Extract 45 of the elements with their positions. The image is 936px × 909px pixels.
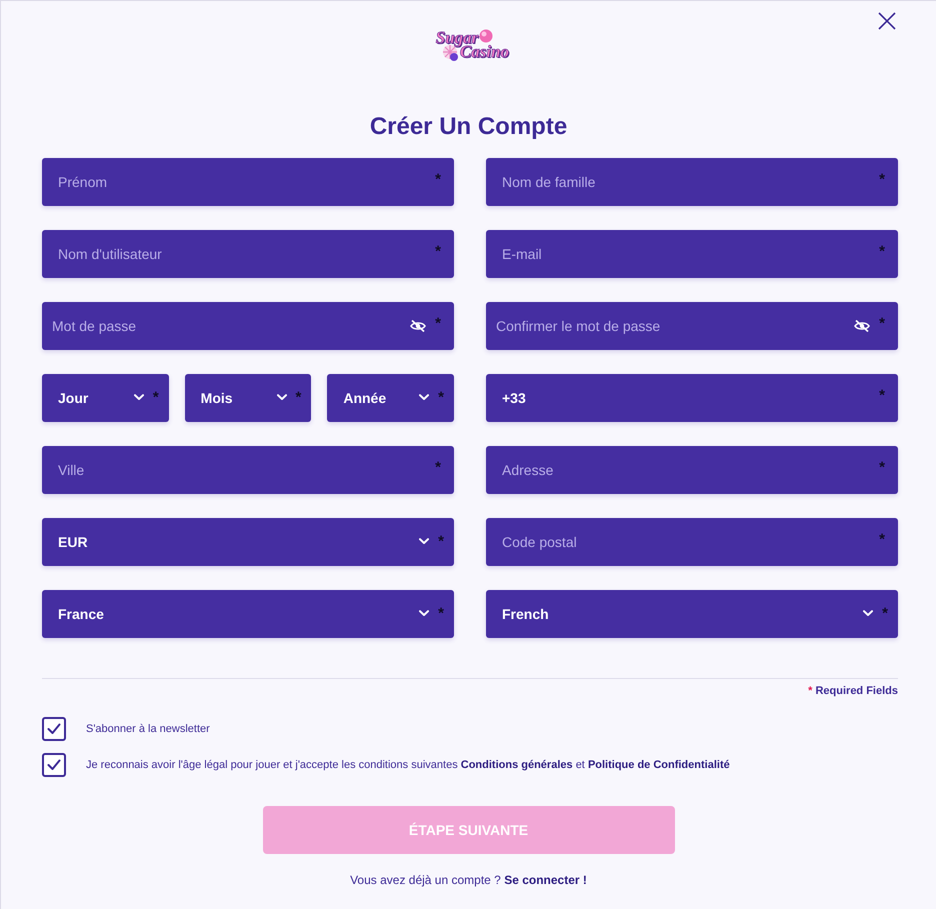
text-link[interactable]: Politique de Confidentialité [588,759,730,771]
chevron-down-icon [419,394,430,400]
form-title: Créer Un Compte [370,112,568,142]
text-link[interactable]: Conditions générales [460,759,573,771]
signin-link[interactable]: Se connecter ! [504,873,587,887]
chevron-down-icon [134,394,144,400]
required-asterisk: * [879,244,885,260]
chevron-down-icon [419,538,430,544]
checkbox[interactable] [42,753,66,777]
required-asterisk: * [879,532,885,548]
required-asterisk: * [435,172,441,188]
dropdown[interactable]: EUR * [42,518,454,566]
required-asterisk: * [435,316,441,332]
eye-slash-icon[interactable] [410,320,426,332]
eye-slash-icon[interactable] [854,320,870,332]
required-asterisk: * [438,534,444,550]
required-asterisk: * [879,316,885,332]
checkbox[interactable] [42,717,66,741]
required-asterisk: * [882,606,888,622]
dropdown[interactable]: Mois * [184,374,312,422]
close-icon [878,12,896,30]
required-asterisk: * [438,390,444,406]
required-asterisk: * [879,388,885,404]
close-button[interactable] [878,12,896,30]
required-asterisk: * [296,390,302,406]
checkbox-label: S'abonner à la newsletter [86,722,210,737]
required-asterisk: * [152,390,159,406]
required-asterisk: * [435,460,441,476]
checkmark-icon [47,723,61,735]
chevron-down-icon [863,610,874,616]
chevron-down-icon [419,610,430,616]
required-asterisk: * [438,606,444,622]
checkbox-label: Je reconnais avoir l'âge légal pour jouer et j'accepte les conditions suivantes Conditions générales et Politique de Confidentialité [86,758,730,773]
chevron-down-icon [276,394,286,400]
checkmark-icon [47,759,61,771]
dropdown[interactable]: French * [486,590,898,638]
candy-ball-icon [479,29,494,43]
dropdown[interactable]: France * [42,590,454,638]
dropdown[interactable]: Année * [327,374,454,422]
required-asterisk: * [879,172,885,188]
required-asterisk: * [435,244,441,260]
required-asterisk: * [879,460,885,476]
dropdown[interactable]: Jour * [42,374,169,422]
required-fields-note: * Required Fields [808,684,898,698]
signin-prompt: Vous avez déjà un compte ? Se connecter ! [350,872,587,888]
